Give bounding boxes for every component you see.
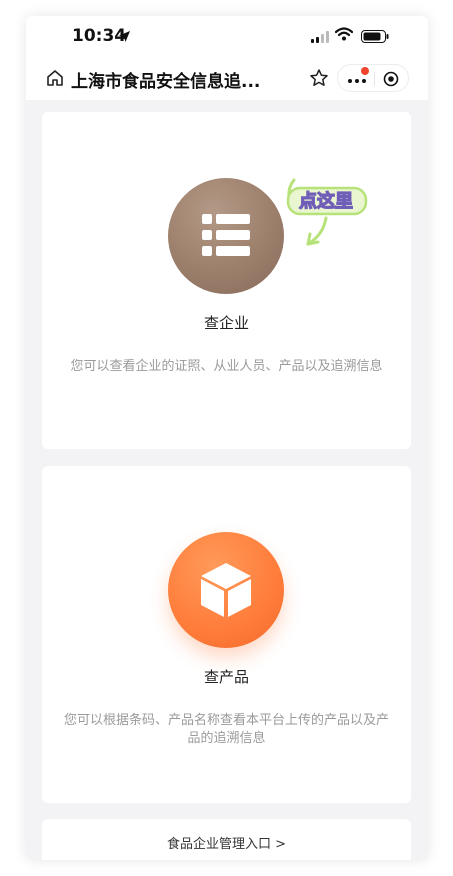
product-search-card[interactable]: 查产品 您可以根据条码、产品名称查看本平台上传的产品以及产品的追溯信息 (42, 466, 411, 803)
enterprise-search-card[interactable]: 点这里 查企业 您可以查看企业的证照、从业人员、产品以及追溯信息 (42, 112, 411, 449)
hint-badge-text: 点这里 (299, 190, 353, 212)
product-icon-circle[interactable] (168, 532, 284, 648)
capsule-divider (374, 72, 375, 86)
click-here-hint: 点这里 (282, 170, 368, 260)
enterprise-icon-circle[interactable] (168, 178, 284, 294)
star-icon[interactable] (309, 68, 329, 92)
management-entry-link[interactable]: 食品企业管理入口 > (42, 833, 411, 852)
location-arrow-icon (118, 28, 131, 47)
box-icon (199, 561, 253, 623)
list-icon (202, 212, 250, 262)
battery-icon (361, 28, 389, 47)
product-description: 您可以根据条码、产品名称查看本平台上传的产品以及产品的追溯信息 (63, 713, 389, 746)
nav-bar: 上海市食品安全信息追... (26, 56, 428, 100)
phone-screen: 10:34 上海市食品安全信息追... 点这里 查企业 您可以查看企业的证照、从… (26, 16, 428, 860)
product-title[interactable]: 查产品 (42, 666, 411, 687)
mini-program-capsule (337, 64, 409, 92)
page-title: 上海市食品安全信息追... (71, 72, 261, 92)
status-bar: 10:34 (26, 16, 428, 56)
notification-dot (361, 67, 369, 75)
wifi-icon (334, 26, 354, 45)
enterprise-title[interactable]: 查企业 (42, 312, 411, 333)
signal-icon (311, 28, 329, 47)
enterprise-description: 您可以查看企业的证照、从业人员、产品以及追溯信息 (70, 359, 383, 374)
target-icon[interactable] (383, 71, 399, 91)
management-entry-card[interactable]: 食品企业管理入口 > (42, 819, 411, 860)
home-icon[interactable] (46, 69, 64, 91)
